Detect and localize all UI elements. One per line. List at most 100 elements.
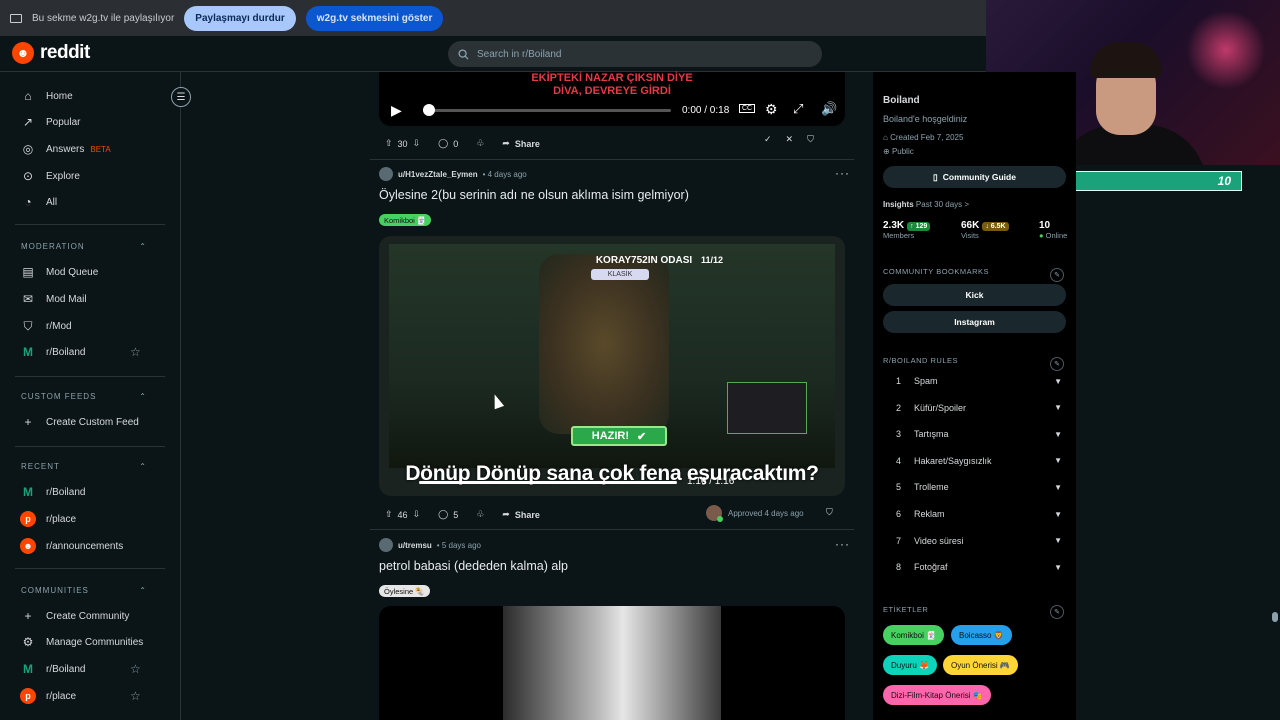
post-author[interactable]: u/H1vezZtale_Eymen [398, 170, 478, 179]
sidebar-item-community-boiland[interactable]: Mr/Boiland ☆ [20, 659, 150, 679]
stop-sharing-button[interactable]: Paylaşmayı durdur [184, 5, 296, 31]
comments-button[interactable]: ◯ 5 [432, 505, 464, 524]
edit-bookmarks-icon[interactable]: ✎ [1050, 268, 1064, 282]
post-flair[interactable]: Öylesine 🌯 [379, 585, 430, 597]
star-icon[interactable]: ☆ [130, 662, 141, 676]
collapse-sidebar-button[interactable]: ☰ [171, 87, 191, 107]
manage-communities-button[interactable]: ⚙ Manage Communities [20, 632, 150, 652]
bookmark-kick-button[interactable]: Kick [883, 284, 1066, 306]
avatar[interactable] [379, 167, 393, 181]
tag-boicasso[interactable]: Boicasso 🦁 [951, 625, 1012, 645]
chevron-up-icon: ⌃ [139, 392, 147, 401]
post-flair[interactable]: Komikboi 🃏 [379, 214, 432, 226]
show-tab-button[interactable]: w2g.tv sekmesini göster [305, 5, 444, 31]
post-author[interactable]: u/tremsu [398, 541, 432, 550]
tag-duyuru[interactable]: Duyuru 🦊 [883, 655, 937, 675]
sidebar-item-label: r/place [46, 690, 77, 702]
rule-item[interactable]: 5 Trolleme ▼ [896, 482, 1062, 492]
sidebar-item-label: r/place [46, 513, 77, 525]
sidebar-item-mod-mail[interactable]: ✉ Mod Mail [20, 289, 150, 309]
star-icon[interactable]: ☆ [130, 689, 141, 703]
edit-tags-icon[interactable]: ✎ [1050, 605, 1064, 619]
mail-icon: ✉ [22, 292, 34, 306]
communities-header[interactable]: COMMUNITIES ⌃ [21, 586, 147, 595]
avatar[interactable] [379, 538, 393, 552]
post-video-player[interactable]: EKİPTEKİ NAZAR ÇIKSIN DİYE DİVA, DEVREYE… [379, 72, 845, 126]
downvote-icon[interactable]: ⇩ [413, 138, 421, 149]
reddit-logo[interactable]: ☻ reddit [12, 42, 90, 64]
create-community-button[interactable]: + Create Community [20, 606, 150, 626]
game-mode: KLASİK [591, 269, 649, 280]
sidebar-item-popular[interactable]: ↗ Popular [20, 112, 150, 132]
edit-rules-icon[interactable]: ✎ [1050, 357, 1064, 371]
post-video-player[interactable]: KORAY752IN ODASI KLASİK 11/12 HAZIR! ✔ Dö… [379, 236, 845, 496]
search-input[interactable]: Search in r/Boiland [448, 41, 822, 67]
approved-text: Approved 4 days ago [728, 508, 804, 518]
sidebar-item-community-place[interactable]: p r/place ☆ [20, 686, 150, 706]
mod-shield-icon[interactable]: ⛉ [807, 134, 814, 145]
video-progress-bar[interactable] [423, 109, 671, 112]
tag-oyun-onerisi[interactable]: Oyun Önerisi 🎮 [943, 655, 1018, 675]
tag-komikboi[interactable]: Komikboi 🃏 [883, 625, 945, 645]
video-progress-bar[interactable] [419, 481, 677, 484]
sidebar-item-all[interactable]: ◔ All [20, 192, 150, 212]
post-video-player[interactable] [379, 606, 845, 720]
rule-item[interactable]: 8 Fotoğraf ▼ [896, 562, 1062, 572]
sidebar-item-label: Manage Communities [46, 636, 144, 648]
rule-number: 1 [896, 376, 902, 386]
captions-icon[interactable]: CC [739, 104, 756, 113]
page-scrollbar[interactable] [1272, 612, 1278, 622]
award-button[interactable]: ♧ [470, 134, 490, 153]
sidebar-item-recent-announcements[interactable]: ☻ r/announcements [20, 536, 150, 556]
sidebar-item-recent-boiland[interactable]: Mr/Boiland [20, 482, 150, 502]
recent-header[interactable]: RECENT ⌃ [21, 462, 147, 471]
sidebar-item-recent-place[interactable]: p r/place [20, 509, 150, 529]
volume-icon[interactable]: 🔊 [821, 101, 837, 117]
rule-item[interactable]: 4 Hakaret/Saygısızlık ▼ [896, 456, 1062, 466]
more-options-icon[interactable]: ··· [835, 166, 850, 180]
tag-dizi-film-kitap[interactable]: Dizi-Film-Kitap Önerisi 🎭 [883, 685, 991, 705]
more-options-icon[interactable]: ··· [835, 537, 850, 551]
rule-item[interactable]: 2 Küfür/Spoiler ▼ [896, 403, 1062, 413]
share-screen-icon [10, 13, 22, 23]
logo-text: reddit [40, 42, 90, 63]
share-button[interactable]: ➦ Share [496, 134, 546, 153]
rule-item[interactable]: 7 Video süresi ▼ [896, 536, 1062, 546]
post-title[interactable]: petrol babasi (dededen kalma) alp [379, 559, 568, 573]
comments-button[interactable]: ◯ 0 [432, 134, 464, 153]
progress-knob[interactable] [423, 104, 435, 116]
post-title[interactable]: Öylesine 2(bu serinin adı ne olsun aklım… [379, 188, 689, 202]
approve-icon[interactable]: ✓ [764, 134, 772, 145]
play-button[interactable]: ▶ [391, 102, 402, 119]
share-button[interactable]: ➦ Share [496, 505, 546, 524]
award-button[interactable]: ♧ [470, 505, 490, 524]
sidebar-item-explore[interactable]: ⊙ Explore [20, 166, 150, 186]
rule-item[interactable]: 6 Reklam ▼ [896, 509, 1062, 519]
search-icon [458, 48, 469, 60]
downvote-icon[interactable]: ⇩ [413, 509, 421, 520]
settings-gear-icon[interactable]: ⚙ [765, 101, 778, 118]
remove-icon[interactable]: ✕ [786, 134, 794, 145]
sidebar-item-mod-queue[interactable]: ▤ Mod Queue [20, 262, 150, 282]
upvote-icon[interactable]: ⇧ [385, 138, 393, 149]
create-custom-feed-button[interactable]: + Create Custom Feed [20, 412, 150, 432]
rule-item[interactable]: 3 Tartışma ▼ [896, 429, 1062, 439]
fullscreen-icon[interactable]: ⤢ [793, 101, 803, 117]
mod-shield-icon[interactable]: ⛉ [826, 507, 833, 518]
members-label: Members [883, 231, 915, 240]
popular-icon: ↗ [22, 115, 34, 129]
sidebar-item-answers[interactable]: ◎ Answers BETA [20, 139, 150, 159]
upvote-icon[interactable]: ⇧ [385, 509, 393, 520]
community-guide-button[interactable]: ▯ Community Guide [883, 166, 1066, 188]
moderation-header[interactable]: MODERATION ⌃ [21, 242, 147, 251]
star-icon[interactable]: ☆ [130, 345, 141, 359]
home-icon: ⌂ [24, 89, 32, 103]
custom-feeds-header[interactable]: CUSTOM FEEDS ⌃ [21, 392, 147, 401]
sidebar-item-r-mod[interactable]: ⛉ r/Mod [20, 316, 150, 336]
insights-header[interactable]: Insights Past 30 days > [883, 200, 969, 209]
rule-item[interactable]: 1 Spam ▼ [896, 376, 1062, 386]
sidebar-item-r-boiland[interactable]: Mr/Boiland ☆ [20, 342, 150, 362]
rule-title: Tartışma [914, 429, 949, 440]
sidebar-item-home[interactable]: ⌂ Home [20, 86, 150, 106]
bookmark-instagram-button[interactable]: Instagram [883, 311, 1066, 333]
